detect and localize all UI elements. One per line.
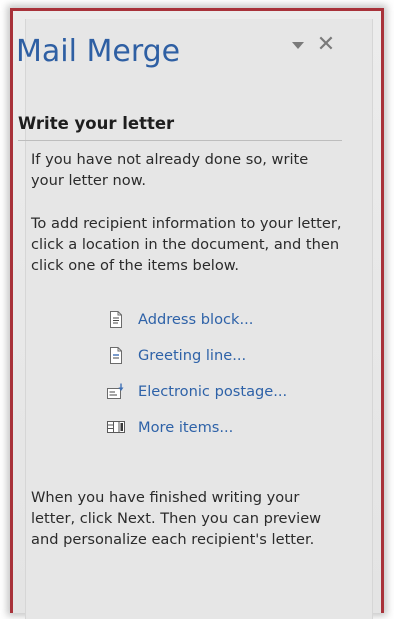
instructions-text: To add recipient information to your let… [31,215,342,274]
greeting-line-label: Greeting line... [138,346,247,364]
pane-title: Mail Merge [16,34,181,69]
electronic-postage-label: Electronic postage... [138,382,288,400]
more-items-icon [106,418,126,436]
electronic-postage-link[interactable]: Electronic postage... [106,380,287,402]
address-block-label: Address block... [138,310,254,328]
pane-options-button[interactable] [291,40,305,50]
close-pane-button[interactable]: ✕ [316,33,336,57]
greeting-line-icon [106,346,126,364]
footer-text: When you have finished writing your lett… [31,489,322,548]
section-divider [18,140,342,141]
greeting-line-link[interactable]: Greeting line... [106,344,246,366]
electronic-postage-icon [106,382,126,400]
more-items-label: More items... [138,418,234,436]
address-block-link[interactable]: Address block... [106,308,253,330]
intro-text: If you have not already done so, write y… [31,151,309,189]
more-items-link[interactable]: More items... [106,416,233,438]
section-heading: Write your letter [18,114,175,133]
dropdown-arrow-icon [292,42,304,49]
close-icon: ✕ [316,32,336,57]
address-block-icon [106,310,126,328]
